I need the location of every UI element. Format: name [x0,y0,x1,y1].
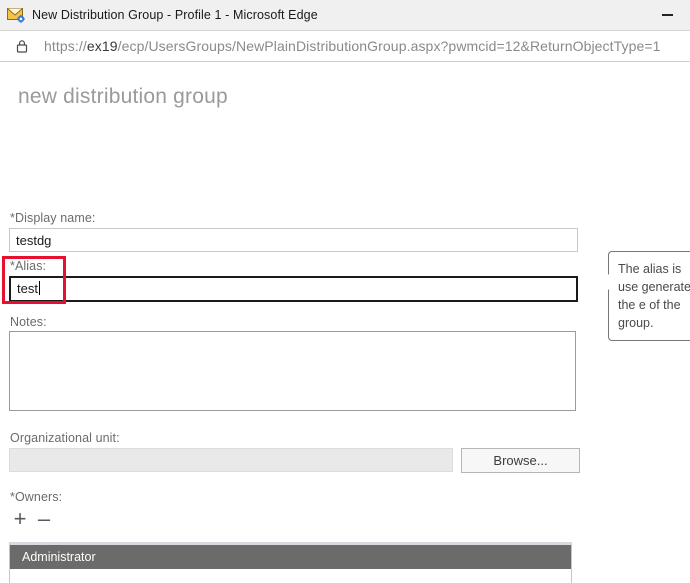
tooltip-arrow-icon [599,273,609,291]
owners-label: *Owners: [10,490,63,504]
alias-label: *Alias: [10,259,47,273]
ecp-form-page: new distribution group *Display name: *A… [0,62,690,583]
alias-tooltip-text: The alias is use generate the e of the g… [618,262,690,330]
browse-button-label: Browse... [493,453,548,468]
browse-button[interactable]: Browse... [461,448,580,473]
alias-tooltip: The alias is use generate the e of the g… [599,251,690,341]
url-text[interactable]: https://ex19/ecp/UsersGroups/NewPlainDis… [44,38,661,54]
list-item[interactable]: Administrator [10,545,571,569]
organizational-unit-label: Organizational unit: [10,431,120,445]
display-name-label: *Display name: [10,211,96,225]
add-owner-icon[interactable]: + [10,506,30,531]
page-title: new distribution group [18,85,228,108]
alias-input[interactable]: test [9,276,578,302]
alias-value: test [17,281,38,296]
browser-window: New Distribution Group - Profile 1 - Mic… [0,0,690,583]
url-host: ex19 [86,38,118,54]
display-name-input[interactable] [9,228,578,252]
notes-label: Notes: [10,315,47,329]
text-caret [38,281,40,295]
address-bar[interactable]: https://ex19/ecp/UsersGroups/NewPlainDis… [0,31,690,62]
title-bar: New Distribution Group - Profile 1 - Mic… [0,0,690,31]
plus-icon: + [13,506,27,531]
minus-icon: – [37,506,51,531]
url-scheme: https:// [44,38,87,54]
window-title: New Distribution Group - Profile 1 - Mic… [32,8,318,22]
url-path: /ecp/UsersGroups/NewPlainDistributionGro… [117,38,661,54]
remove-owner-icon[interactable]: – [34,506,54,531]
lock-icon [14,38,30,54]
minimize-button[interactable] [645,0,690,30]
minimize-icon [662,14,673,16]
notes-textarea[interactable] [9,331,576,411]
window-controls [645,0,690,30]
distribution-group-icon [7,6,25,24]
owners-list[interactable]: Administrator [9,542,572,583]
owner-name: Administrator [22,550,96,564]
organizational-unit-input[interactable] [9,448,453,472]
